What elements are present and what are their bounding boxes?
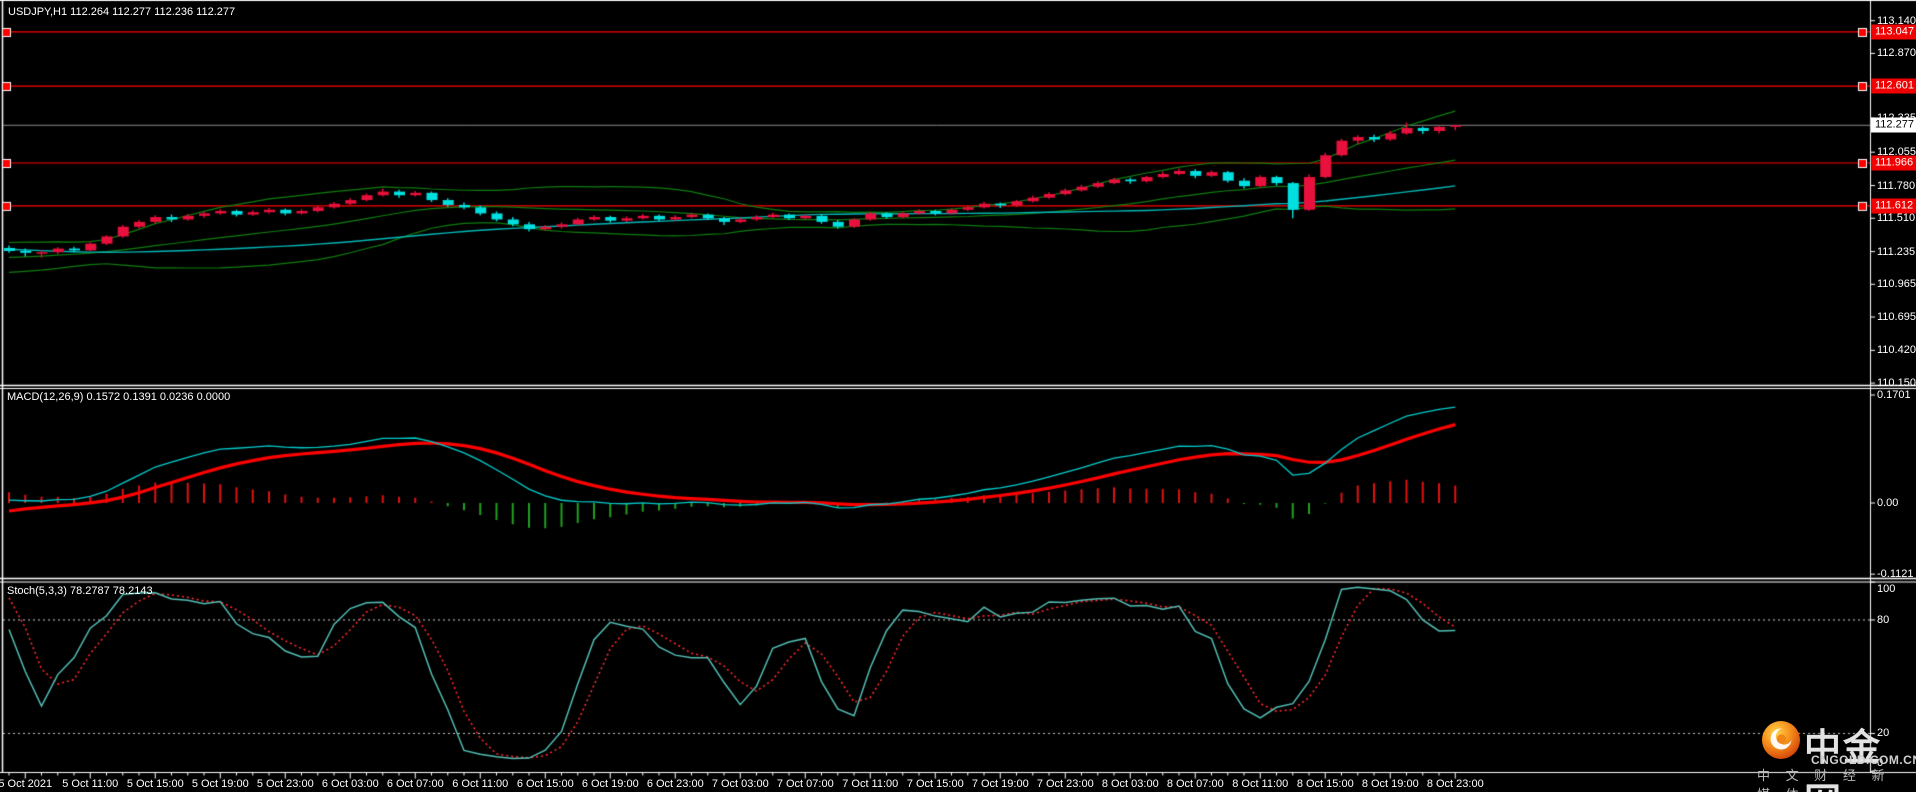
price-line-badge[interactable]: 111.966	[1871, 155, 1916, 171]
time-axis-label: 8 Oct 03:00	[1101, 778, 1159, 790]
time-axis-label: 5 Oct 2021	[0, 778, 53, 790]
time-axis-label: 6 Oct 15:00	[516, 778, 574, 790]
price-line-badge[interactable]: 113.047	[1871, 24, 1916, 40]
time-axis-label: 7 Oct 19:00	[971, 778, 1029, 790]
current-price-badge: 112.277	[1871, 117, 1916, 133]
time-axis-label: 6 Oct 03:00	[321, 778, 379, 790]
price-axis-label: 110.965	[1877, 278, 1916, 291]
price-axis-label: 110.695	[1877, 311, 1916, 324]
time-axis-label: 5 Oct 11:00	[62, 778, 119, 790]
chart-title: USDJPY,H1 112.264 112.277 112.236 112.27…	[8, 6, 236, 18]
time-axis-label: 5 Oct 23:00	[256, 778, 314, 790]
time-axis-label: 6 Oct 07:00	[386, 778, 444, 790]
macd-axis-label: 0.1701	[1877, 388, 1911, 401]
time-axis-label: 8 Oct 23:00	[1426, 778, 1484, 790]
time-axis-label: 7 Oct 03:00	[711, 778, 769, 790]
time-axis-label: 7 Oct 11:00	[842, 778, 899, 790]
stoch-axis-label: 80	[1877, 613, 1890, 626]
time-axis-label: 5 Oct 15:00	[126, 778, 184, 790]
macd-indicator-label: MACD(12,26,9) 0.1572 0.1391 0.0236 0.000…	[7, 391, 231, 403]
price-axis-label: 111.235	[1877, 245, 1916, 258]
time-axis-label: 7 Oct 15:00	[906, 778, 964, 790]
stoch-indicator-label: Stoch(5,3,3) 78.2787 78.2143	[7, 585, 153, 597]
watermark-slogan: 中 文 财 经 新 媒 体	[1757, 768, 1891, 792]
stoch-axis-label: 100	[1877, 583, 1896, 596]
price-axis-label: 111.780	[1877, 179, 1916, 192]
trading-chart-window: USDJPY,H1 112.264 112.277 112.236 112.27…	[0, 0, 1916, 792]
time-axis-label: 8 Oct 15:00	[1296, 778, 1354, 790]
time-axis-label: 6 Oct 23:00	[646, 778, 704, 790]
time-axis-label: 7 Oct 23:00	[1036, 778, 1094, 790]
time-axis-label: 8 Oct 07:00	[1166, 778, 1224, 790]
time-axis-label: 5 Oct 19:00	[191, 778, 249, 790]
time-axis-label: 8 Oct 19:00	[1361, 778, 1419, 790]
time-axis-label: 8 Oct 11:00	[1232, 778, 1289, 790]
price-axis-label: 110.420	[1877, 344, 1916, 357]
chart-canvas[interactable]	[0, 0, 1916, 792]
time-axis-label: 6 Oct 11:00	[452, 778, 509, 790]
time-axis-label: 7 Oct 07:00	[776, 778, 834, 790]
cngold-logo-icon	[1762, 721, 1800, 759]
price-line-badge[interactable]: 111.612	[1871, 198, 1916, 214]
time-axis-label: 6 Oct 19:00	[581, 778, 639, 790]
macd-axis-label: 0.00	[1877, 497, 1899, 509]
macd-axis-label: -0.1121	[1877, 568, 1914, 581]
price-axis-label: 110.150	[1877, 377, 1916, 390]
price-axis-label: 112.870	[1877, 47, 1916, 60]
price-line-badge[interactable]: 112.601	[1871, 78, 1916, 94]
price-axis-label: 111.510	[1877, 212, 1916, 225]
